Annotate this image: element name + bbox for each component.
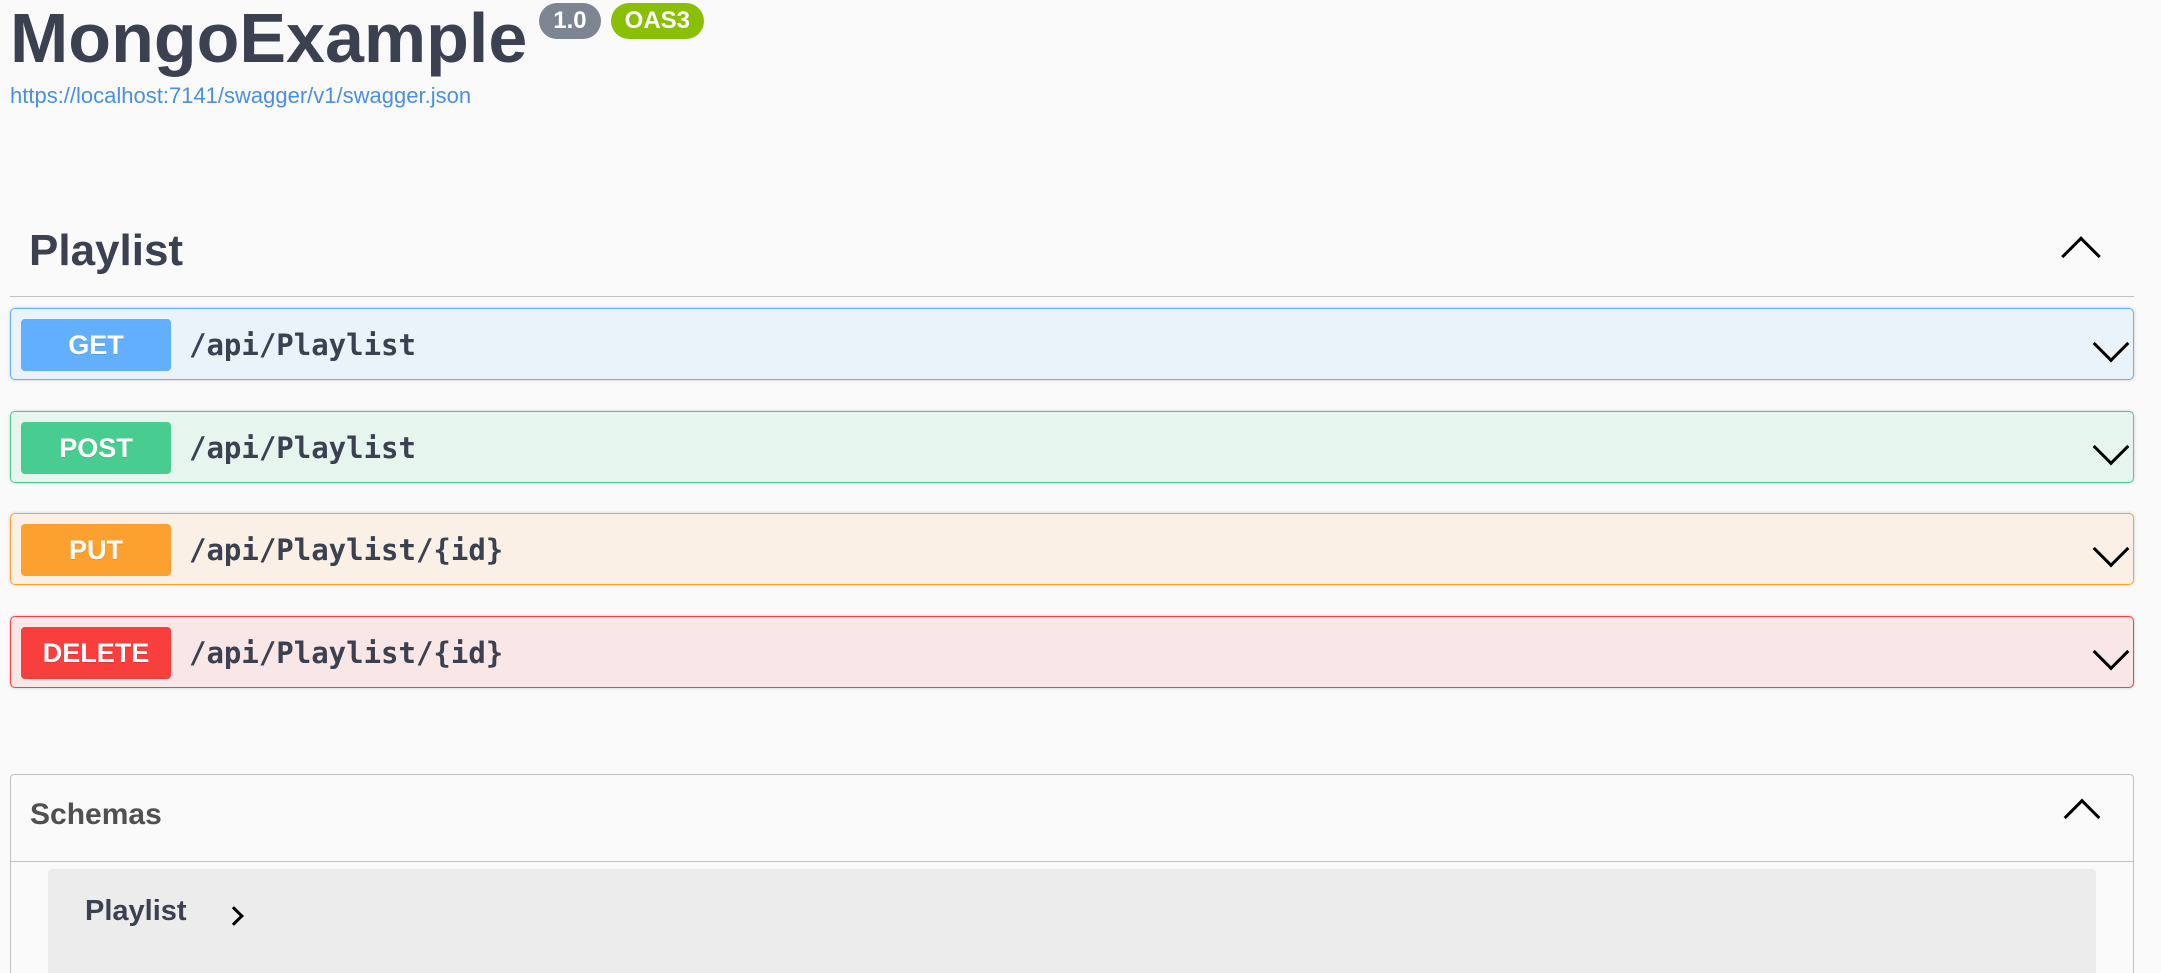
schema-model-playlist[interactable]: Playlist <box>48 869 2096 973</box>
oas-badge: OAS3 <box>610 3 705 39</box>
method-badge-post: POST <box>21 422 171 474</box>
api-info-title: MongoExample 1.0 OAS3 <box>10 0 705 77</box>
method-badge-put: PUT <box>21 524 171 576</box>
operation-get-playlist[interactable]: GET /api/Playlist <box>10 308 2134 380</box>
chevron-down-icon[interactable] <box>2092 325 2130 363</box>
operation-path: /api/Playlist <box>189 431 416 465</box>
model-name: Playlist <box>85 895 187 927</box>
tag-title: Playlist <box>29 226 184 275</box>
chevron-up-icon[interactable] <box>2061 236 2101 276</box>
operation-path: /api/Playlist/{id} <box>189 636 504 670</box>
method-badge-get: GET <box>21 319 171 371</box>
operation-put-playlist-id[interactable]: PUT /api/Playlist/{id} <box>10 513 2134 585</box>
version-badge: 1.0 <box>539 3 601 39</box>
schemas-section: Schemas Playlist <box>10 774 2134 973</box>
chevron-down-icon[interactable] <box>2092 530 2130 568</box>
page-title: MongoExample <box>10 0 528 77</box>
schemas-title: Schemas <box>30 798 162 831</box>
chevron-down-icon[interactable] <box>2092 428 2130 466</box>
schemas-header[interactable]: Schemas <box>11 775 2133 862</box>
operation-post-playlist[interactable]: POST /api/Playlist <box>10 411 2134 483</box>
operation-delete-playlist-id[interactable]: DELETE /api/Playlist/{id} <box>10 616 2134 688</box>
swagger-page: MongoExample 1.0 OAS3 https://localhost:… <box>0 0 2161 973</box>
chevron-down-icon[interactable] <box>2092 633 2130 671</box>
chevron-right-icon[interactable] <box>224 906 244 926</box>
spec-url-link[interactable]: https://localhost:7141/swagger/v1/swagge… <box>10 83 471 109</box>
chevron-up-icon[interactable] <box>2063 798 2101 836</box>
operation-path: /api/Playlist <box>189 328 416 362</box>
operation-path: /api/Playlist/{id} <box>189 533 504 567</box>
method-badge-delete: DELETE <box>21 627 171 679</box>
tag-section-header[interactable]: Playlist <box>10 216 2134 297</box>
